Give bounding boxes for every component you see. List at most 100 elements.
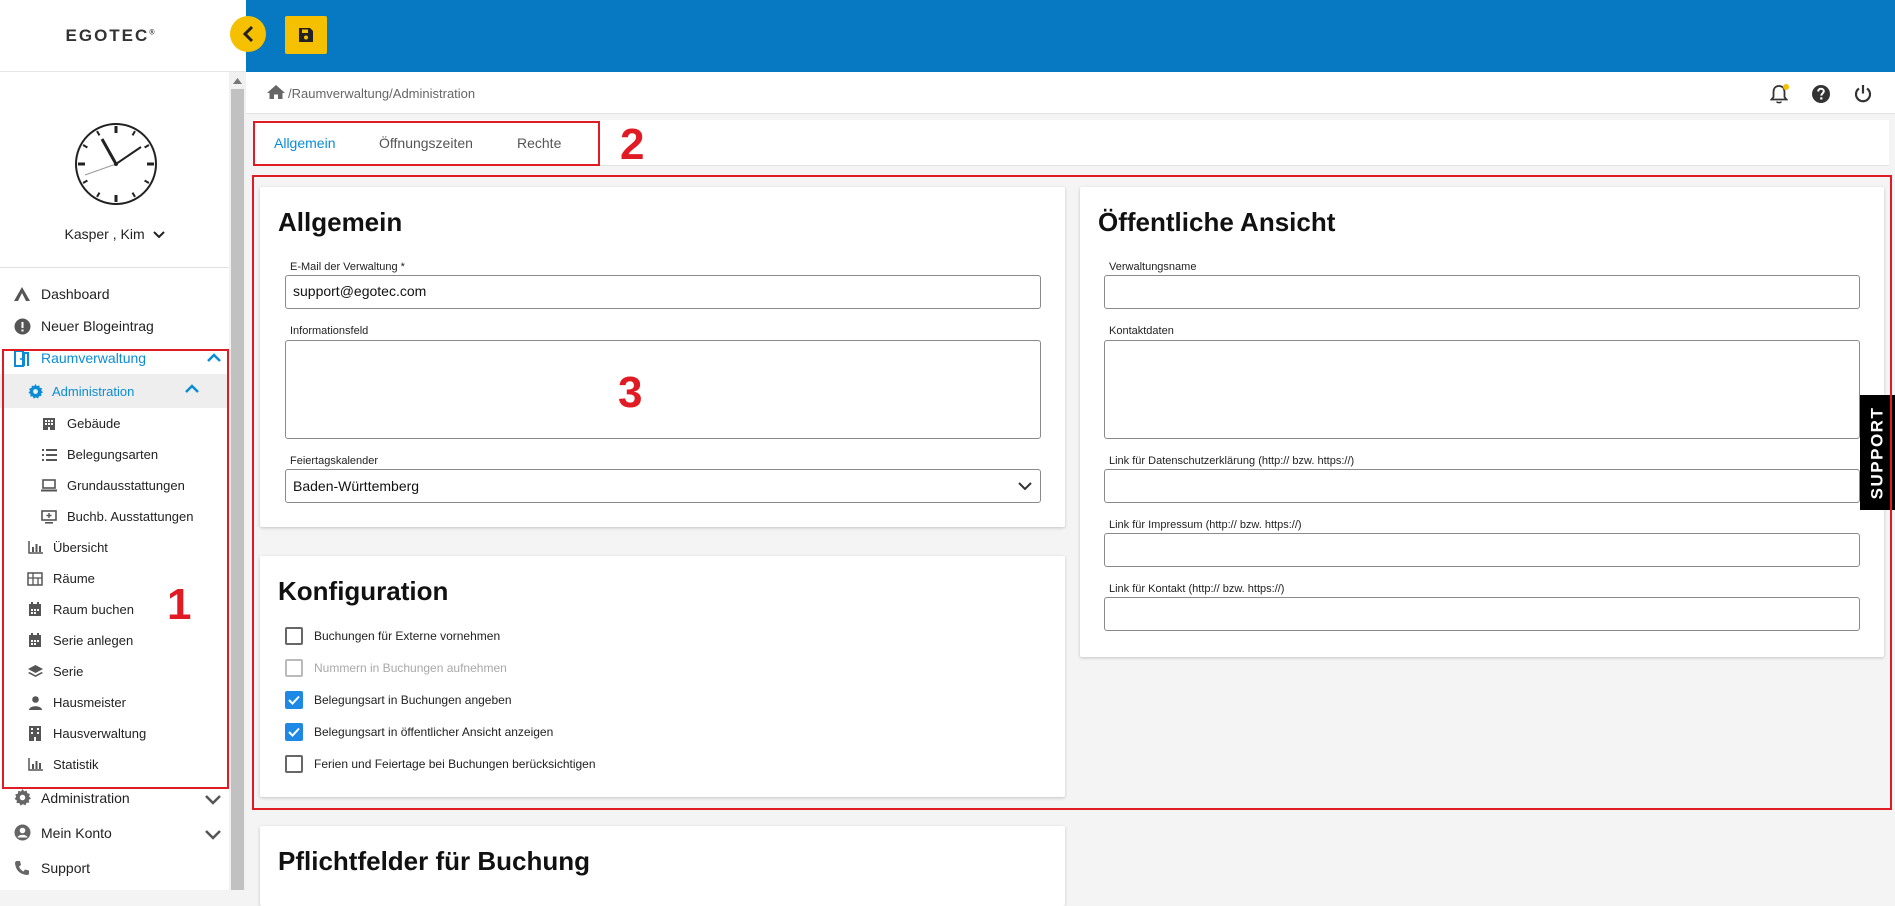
power-icon [1854, 85, 1872, 103]
card-pflichtfelder: Pflichtfelder für Buchung [260, 826, 1065, 906]
sidebar-item-buchb-ausstattungen[interactable]: Buchb. Ausstattungen [0, 501, 229, 532]
annotation-label-3: 3 [618, 368, 643, 417]
sidebar-item-label: Raumverwaltung [41, 350, 147, 366]
sidebar-item-label: Dashboard [41, 286, 110, 302]
datenschutz-label: Link für Datenschutzerklärung (http:// b… [1109, 455, 1355, 467]
sidebar-item-label: Gebäude [67, 416, 121, 431]
sidebar-item-serie-anlegen[interactable]: Serie anlegen [0, 625, 229, 656]
datenschutz-link-field[interactable] [1104, 469, 1860, 503]
email-label: E-Mail der Verwaltung * [290, 261, 405, 273]
breadcrumb-bar: /Raumverwaltung/Administration [246, 72, 1895, 114]
notification-dot [1783, 84, 1789, 90]
support-side-tab[interactable]: SUPPORT [1860, 395, 1895, 510]
scroll-up-arrow-icon[interactable] [229, 72, 246, 89]
phone-icon [11, 859, 33, 877]
door-icon [11, 349, 33, 367]
breadcrumb-path[interactable]: /Raumverwaltung/Administration [288, 86, 475, 101]
card-title: Allgemein [278, 207, 403, 237]
sidebar-item-serie[interactable]: Serie [0, 656, 229, 687]
holiday-selected-value: Baden-Württemberg [293, 478, 420, 494]
email-field[interactable]: support@egotec.com [285, 275, 1041, 309]
egotec-logo[interactable]: EGOTEC® [66, 26, 157, 46]
user-menu[interactable]: Kasper , Kim [0, 226, 229, 242]
floorplan-icon [24, 570, 46, 588]
sidebar-item-hausmeister[interactable]: Hausmeister [0, 687, 229, 718]
notifications-button[interactable] [1767, 82, 1791, 106]
annotation-label-2: 2 [620, 120, 645, 169]
logout-button[interactable] [1851, 82, 1875, 106]
sidebar-item-administration[interactable]: Administration [0, 780, 229, 815]
sidebar-item-label: Serie [53, 664, 84, 679]
chart-icon [24, 756, 46, 774]
collapse-sidebar-button[interactable] [230, 16, 266, 52]
sidebar-item-uebersicht[interactable]: Übersicht [0, 532, 229, 563]
verwaltungsname-label: Verwaltungsname [1109, 261, 1197, 273]
tab-bar: Allgemein Öffnungszeiten Rechte [253, 120, 1889, 166]
chevron-up-icon[interactable] [185, 382, 199, 397]
home-icon[interactable] [266, 84, 286, 103]
tab-allgemein[interactable]: Allgemein [274, 135, 335, 151]
kontakt-link-field[interactable] [1104, 597, 1860, 631]
chevron-up-icon[interactable] [207, 350, 221, 366]
sidebar-item-label: Raum buchen [53, 602, 134, 617]
clock-icon [75, 123, 157, 205]
sidebar-scrollbar[interactable] [229, 72, 246, 890]
list-icon [38, 446, 60, 464]
card-title: Konfiguration [278, 576, 449, 606]
sidebar-item-label: Statistik [53, 757, 99, 772]
kontaktdaten-textarea[interactable] [1104, 340, 1860, 439]
checkbox[interactable] [285, 691, 303, 709]
sidebar-item-belegungsarten[interactable]: Belegungsarten [0, 439, 229, 470]
building-icon [24, 725, 46, 743]
scrollbar-thumb[interactable] [231, 89, 244, 890]
check-icon [288, 695, 300, 705]
checkbox[interactable] [285, 755, 303, 773]
checkbox-label: Belegungsart in öffentlicher Ansicht anz… [314, 725, 554, 739]
help-button[interactable] [1809, 82, 1833, 106]
checkbox-row[interactable]: Belegungsart in Buchungen angeben [285, 691, 512, 709]
sidebar-item-dashboard[interactable]: Dashboard [0, 278, 229, 310]
impressum-link-field[interactable] [1104, 533, 1860, 567]
sidebar-item-mein-konto[interactable]: Mein Konto [0, 815, 229, 850]
sidebar-item-label: Support [41, 859, 91, 876]
chevron-down-icon [152, 230, 165, 242]
chevron-down-icon[interactable] [205, 827, 221, 843]
card-konfiguration: Konfiguration Buchungen für Externe vorn… [260, 556, 1065, 797]
gear-icon [24, 382, 46, 400]
sidebar-item-label: Grundausstattungen [67, 478, 185, 493]
card-title: Öffentliche Ansicht [1098, 207, 1336, 237]
checkbox-row: Nummern in Buchungen aufnehmen [285, 659, 507, 677]
checkbox-row[interactable]: Buchungen für Externe vornehmen [285, 627, 500, 645]
sidebar-item-neuer-blogeintrag[interactable]: Neuer Blogeintrag [0, 310, 229, 342]
sidebar-item-label: Administration [41, 789, 130, 806]
profile-panel: Kasper , Kim [0, 72, 229, 268]
sidebar-item-grundausstattungen[interactable]: Grundausstattungen [0, 470, 229, 501]
sidebar-item-statistik[interactable]: Statistik [0, 749, 229, 780]
sidebar-item-raum-buchen[interactable]: Raum buchen [0, 594, 229, 625]
sidebar-item-label: Belegungsarten [67, 447, 159, 462]
sidebar-item-administration-sub[interactable]: Administration [0, 374, 229, 408]
checkbox[interactable] [285, 723, 303, 741]
verwaltungsname-field[interactable] [1104, 275, 1860, 309]
info-textarea[interactable] [285, 340, 1041, 439]
sidebar-item-hausverwaltung[interactable]: Hausverwaltung [0, 718, 229, 749]
sidebar-item-raumverwaltung[interactable]: Raumverwaltung [0, 342, 229, 374]
checkbox-row[interactable]: Belegungsart in öffentlicher Ansicht anz… [285, 723, 553, 741]
tent-icon [11, 285, 33, 303]
checkbox [285, 659, 303, 677]
sidebar-item-raeume[interactable]: Räume [0, 563, 229, 594]
impressum-label: Link für Impressum (http:// bzw. https:/… [1109, 519, 1302, 531]
tab-rechte[interactable]: Rechte [517, 135, 561, 151]
chevron-down-icon[interactable] [205, 792, 221, 808]
sidebar-item-gebaeude[interactable]: Gebäude [0, 408, 229, 439]
holiday-select[interactable]: Baden-Württemberg [285, 469, 1041, 503]
tab-oeffnungszeiten[interactable]: Öffnungszeiten [379, 135, 473, 151]
checkbox-label: Nummern in Buchungen aufnehmen [314, 661, 507, 675]
checkbox-row[interactable]: Ferien und Feiertage bei Buchungen berüc… [285, 755, 596, 773]
save-button[interactable] [285, 16, 327, 54]
calendar-icon [24, 601, 46, 619]
sidebar-scroll-area: Kasper , Kim Dashboard Neuer Blogeintrag… [0, 72, 229, 890]
top-icon-group [1767, 82, 1875, 106]
checkbox[interactable] [285, 627, 303, 645]
sidebar-item-support[interactable]: Support [0, 850, 229, 885]
